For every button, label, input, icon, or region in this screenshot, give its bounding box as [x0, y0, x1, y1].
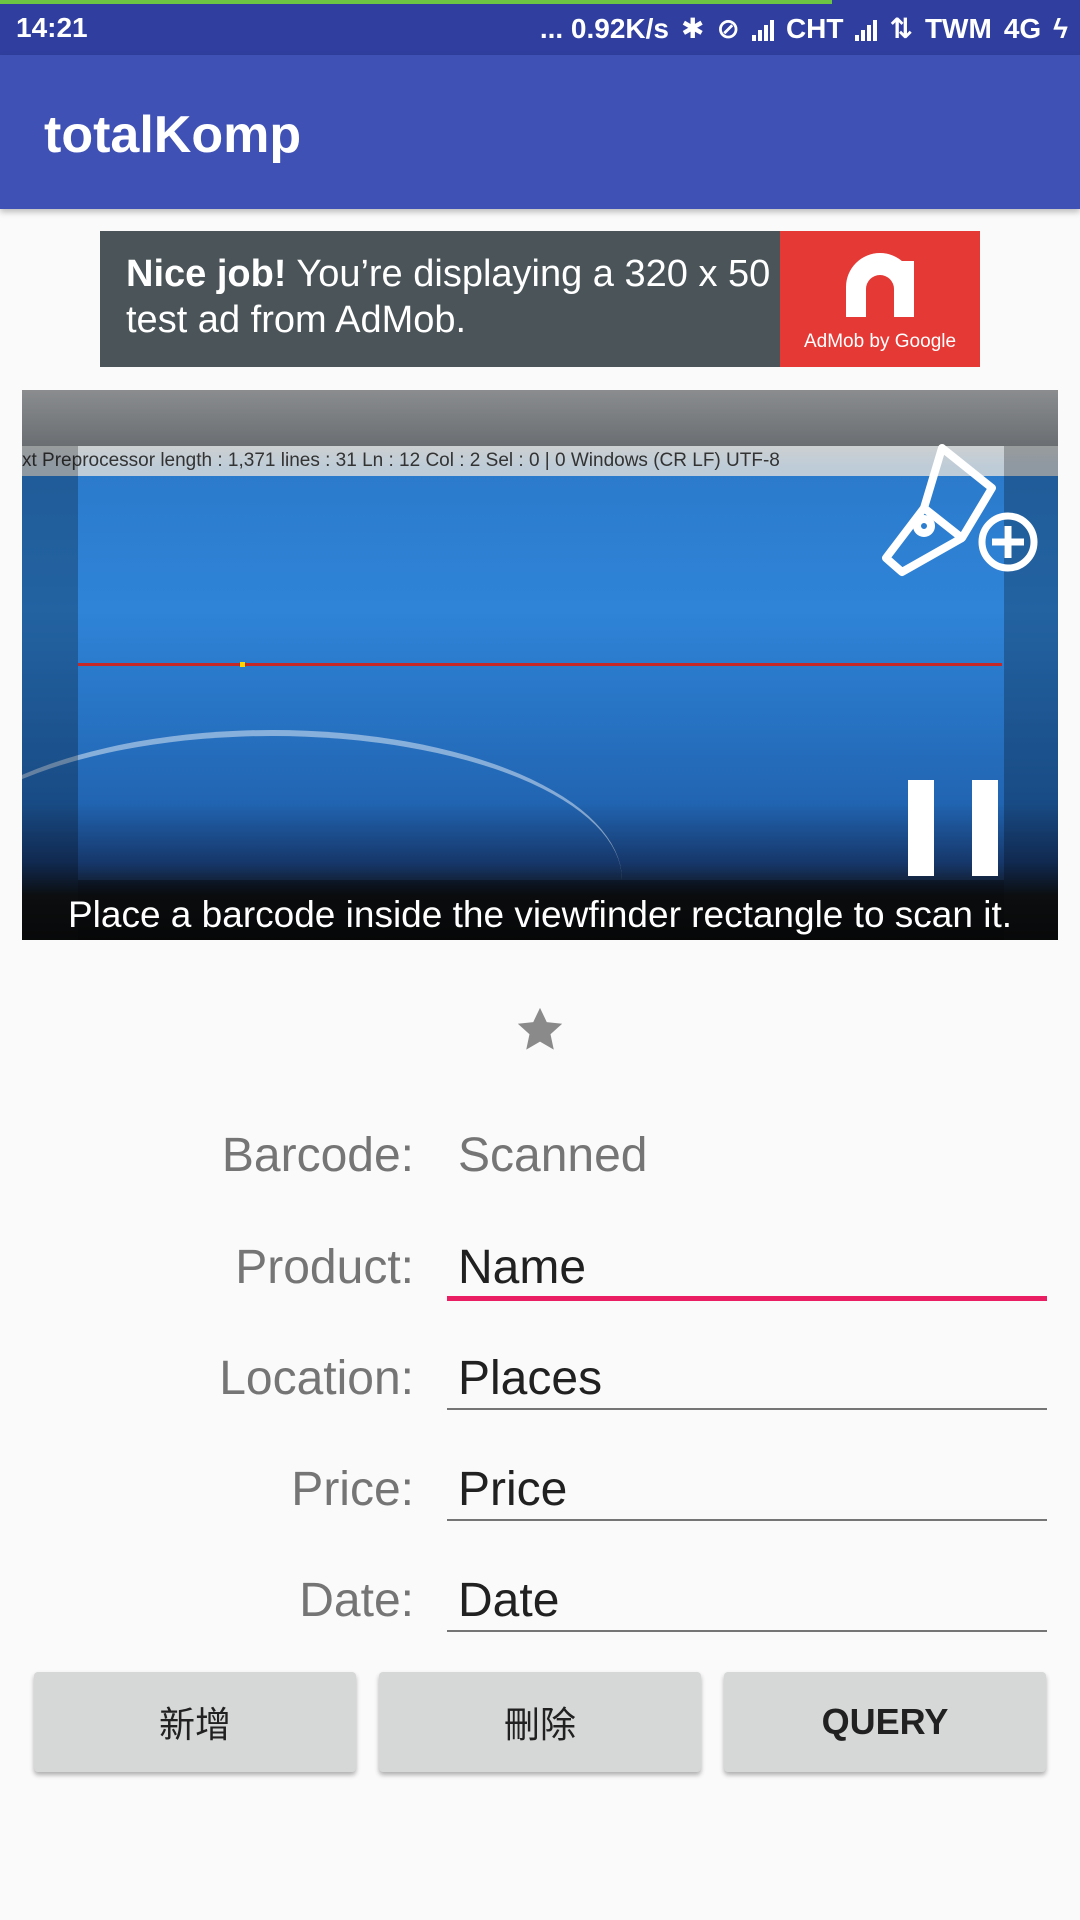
net-speed: ... 0.92K/s: [539, 12, 669, 44]
app-bar: totalKomp: [0, 55, 1080, 209]
ad-text: Nice job! You’re displaying a 320 x 50 t…: [126, 251, 786, 343]
star-icon[interactable]: [512, 1002, 568, 1058]
delete-button[interactable]: 刪除: [379, 1672, 701, 1772]
signal-icon-2: [855, 17, 878, 41]
admob-brand-text: AdMob by Google: [803, 331, 957, 352]
data-transfer-icon: ⇅: [889, 13, 913, 44]
date-input[interactable]: Date: [458, 1573, 559, 1628]
location-input-underline: [447, 1408, 1047, 1410]
bluetooth-icon: ✱: [681, 13, 705, 44]
query-button[interactable]: QUERY: [724, 1672, 1046, 1772]
signal-icon: [751, 17, 774, 41]
status-time: 14:21: [16, 12, 88, 43]
location-label: Location:: [219, 1352, 414, 1405]
scanner-focus-point: [240, 662, 245, 667]
admob-icon: [846, 253, 914, 317]
carrier-label-2: TWM: [924, 12, 992, 44]
battery-charging-icon: ϟ: [1053, 12, 1068, 44]
scan-hint-text: Place a barcode inside the viewfinder re…: [67, 894, 1013, 935]
product-label: Product:: [235, 1241, 414, 1294]
barcode-scanner-view[interactable]: xt Preprocessor length : 1,371 lines : 3…: [22, 390, 1058, 940]
network-type: 4G: [1003, 12, 1042, 44]
ad-headline: Nice job!: [126, 253, 287, 295]
barcode-label: Barcode:: [221, 1129, 414, 1182]
product-input-underline: [447, 1296, 1047, 1301]
date-label: Date:: [299, 1574, 414, 1627]
flashlight-add-icon[interactable]: [872, 430, 1042, 590]
price-input[interactable]: Price: [458, 1462, 567, 1517]
barcode-value: Scanned: [458, 1129, 648, 1182]
scanner-laser-line: [78, 663, 1002, 666]
location-input[interactable]: Places: [458, 1351, 602, 1406]
app-title: totalKomp: [44, 106, 302, 164]
product-input[interactable]: Name: [458, 1240, 586, 1295]
download-progress-bar: [0, 0, 832, 4]
price-input-underline: [447, 1519, 1047, 1521]
viewfinder-mask-left: [22, 390, 78, 940]
ad-banner[interactable]: Nice job! You’re displaying a 320 x 50 t…: [100, 231, 980, 367]
pause-icon[interactable]: [908, 780, 998, 876]
status-icons: ... 0.92K/s ✱ ⊘ CHT ⇅ TWM 4G ϟ: [540, 12, 1068, 45]
add-button[interactable]: 新增: [34, 1672, 356, 1772]
price-label: Price:: [291, 1463, 414, 1516]
carrier-label-1: CHT: [785, 12, 844, 44]
vibrate-off-icon: ⊘: [716, 13, 740, 44]
status-bar: 14:21 ... 0.92K/s ✱ ⊘ CHT ⇅ TWM 4G ϟ: [0, 0, 1080, 55]
viewfinder-mask-top: [78, 390, 1004, 446]
date-input-underline: [447, 1630, 1047, 1632]
admob-logo: AdMob by Google: [780, 231, 980, 367]
